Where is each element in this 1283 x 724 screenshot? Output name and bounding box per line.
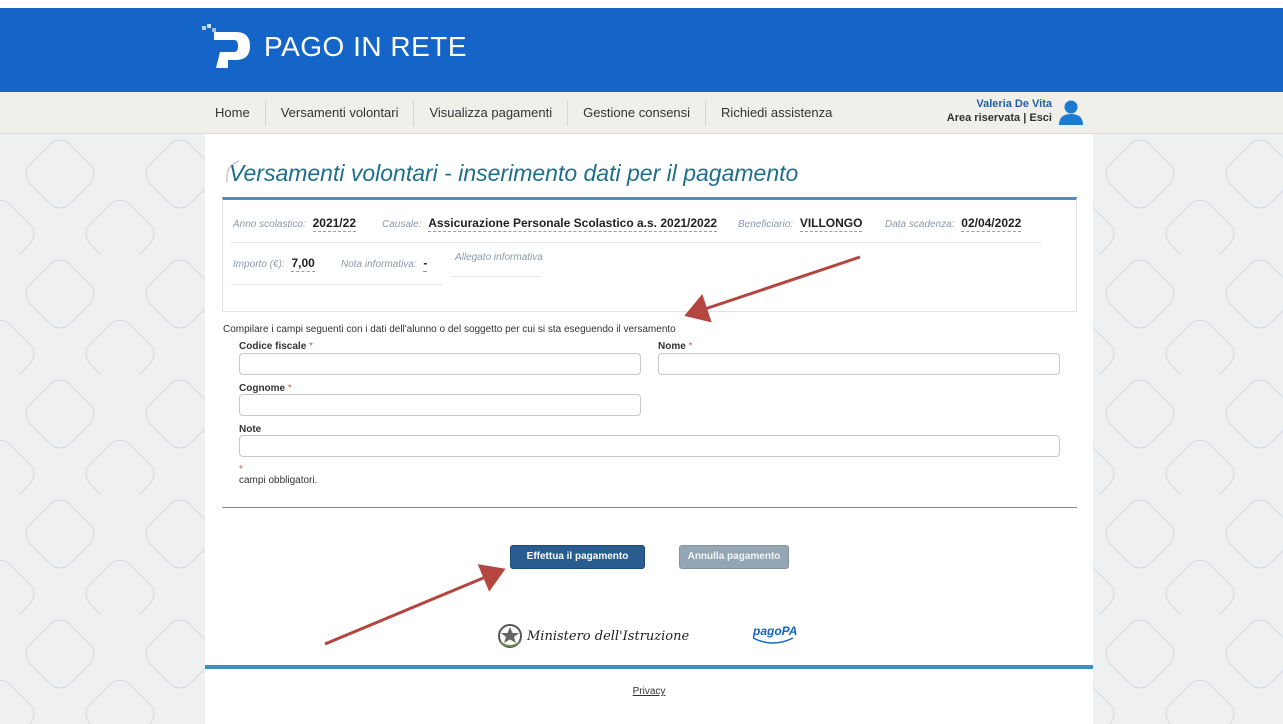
main-nav: Home Versamenti volontari Visualizza pag… — [0, 92, 1283, 134]
pay-button[interactable]: Effettua il pagamento — [510, 545, 645, 569]
allegato-informativa-field: Allegato informativa — [455, 252, 543, 263]
info-row-divider — [231, 242, 1041, 243]
user-name: Valeria De Vita — [976, 98, 1052, 110]
pago-in-rete-icon — [202, 24, 250, 68]
required-legend-star: * — [239, 464, 243, 475]
codice-fiscale-input[interactable] — [239, 353, 641, 375]
anno-scolastico-field: Anno scolastico: 2021/22 — [233, 216, 356, 232]
required-marker: * — [287, 383, 292, 394]
beneficiario-value: VILLONGO — [799, 216, 863, 232]
codice-fiscale-label-text: Codice fiscale — [239, 341, 307, 352]
pagopa-logo[interactable]: pagoPA — [752, 622, 797, 644]
cognome-label: Cognome * — [239, 383, 292, 394]
brand-name: PAGO IN RETE — [264, 31, 468, 62]
page-title: Versamenti volontari - inserimento dati … — [229, 160, 799, 186]
note-input[interactable] — [239, 435, 1060, 457]
privacy-link[interactable]: Privacy — [205, 686, 1093, 697]
nome-label-text: Nome — [658, 341, 686, 352]
nav-item-richiedi-assistenza[interactable]: Richiedi assistenza — [706, 100, 847, 126]
nav-item-visualizza-pagamenti[interactable]: Visualizza pagamenti — [414, 100, 569, 126]
main-content: Versamenti volontari - inserimento dati … — [205, 134, 1093, 724]
nav-item-gestione-consensi[interactable]: Gestione consensi — [568, 100, 707, 126]
user-box: Valeria De Vita Area riservata | Esci — [930, 98, 1052, 124]
importo-field: Importo (€): 7,00 — [233, 256, 315, 272]
nome-label: Nome * — [658, 341, 692, 352]
payment-info-box: Anno scolastico: 2021/22 Causale: Assicu… — [222, 197, 1077, 312]
nota-informativa-value[interactable]: - — [423, 256, 428, 272]
data-scadenza-field: Data scadenza: 02/04/2022 — [885, 216, 1022, 232]
form-instructions: Compilare i campi seguenti con i dati de… — [223, 324, 676, 335]
info-row-divider-2 — [231, 284, 443, 285]
required-marker: * — [688, 341, 693, 352]
importo-value: 7,00 — [291, 256, 315, 272]
nota-informativa-field: Nota informativa: - — [341, 256, 428, 272]
nav-item-versamenti-volontari[interactable]: Versamenti volontari — [266, 100, 415, 126]
italian-emblem-icon — [498, 624, 522, 648]
beneficiario-field: Beneficiario: VILLONGO — [738, 216, 863, 232]
ministero-logo[interactable]: Ministero dell'Istruzione — [497, 622, 689, 650]
nav-item-home[interactable]: Home — [203, 100, 266, 126]
cognome-input[interactable] — [239, 394, 641, 416]
data-scadenza-label: Data scadenza: — [885, 219, 955, 230]
note-label: Note — [239, 424, 262, 435]
beneficiario-label: Beneficiario: — [738, 219, 794, 230]
causale-value: Assicurazione Personale Scolastico a.s. … — [428, 216, 718, 232]
required-marker: * — [309, 341, 313, 352]
user-icon[interactable] — [1058, 99, 1084, 125]
anno-scolastico-value: 2021/22 — [312, 216, 356, 232]
causale-field: Causale: Assicurazione Personale Scolast… — [382, 216, 718, 232]
ministero-text: Ministero dell'Istruzione — [527, 628, 690, 644]
nome-input[interactable] — [658, 353, 1060, 375]
footer-bar — [205, 665, 1093, 669]
allegato-informativa-label[interactable]: Allegato informativa — [455, 252, 543, 263]
footer-logos: Ministero dell'Istruzione pagoPA — [205, 618, 1093, 662]
top-header: PAGO IN RETE — [0, 0, 1283, 92]
info-row-divider-3 — [451, 276, 541, 277]
anno-scolastico-label: Anno scolastico: — [233, 219, 306, 230]
codice-fiscale-label: Codice fiscale * — [239, 341, 313, 352]
form-divider — [222, 507, 1077, 508]
data-scadenza-value: 02/04/2022 — [961, 216, 1022, 232]
causale-label: Causale: — [382, 219, 422, 230]
pagopa-swoosh-icon — [752, 637, 794, 644]
required-legend-text: campi obbligatori. — [239, 475, 318, 486]
cognome-label-text: Cognome — [239, 383, 286, 394]
nota-informativa-label: Nota informativa: — [341, 259, 417, 270]
cancel-payment-button[interactable]: Annulla pagamento — [679, 545, 789, 569]
user-links[interactable]: Area riservata | Esci — [930, 112, 1052, 124]
importo-label: Importo (€): — [233, 259, 285, 270]
pago-in-rete-logo[interactable]: PAGO IN RETE — [200, 22, 467, 72]
